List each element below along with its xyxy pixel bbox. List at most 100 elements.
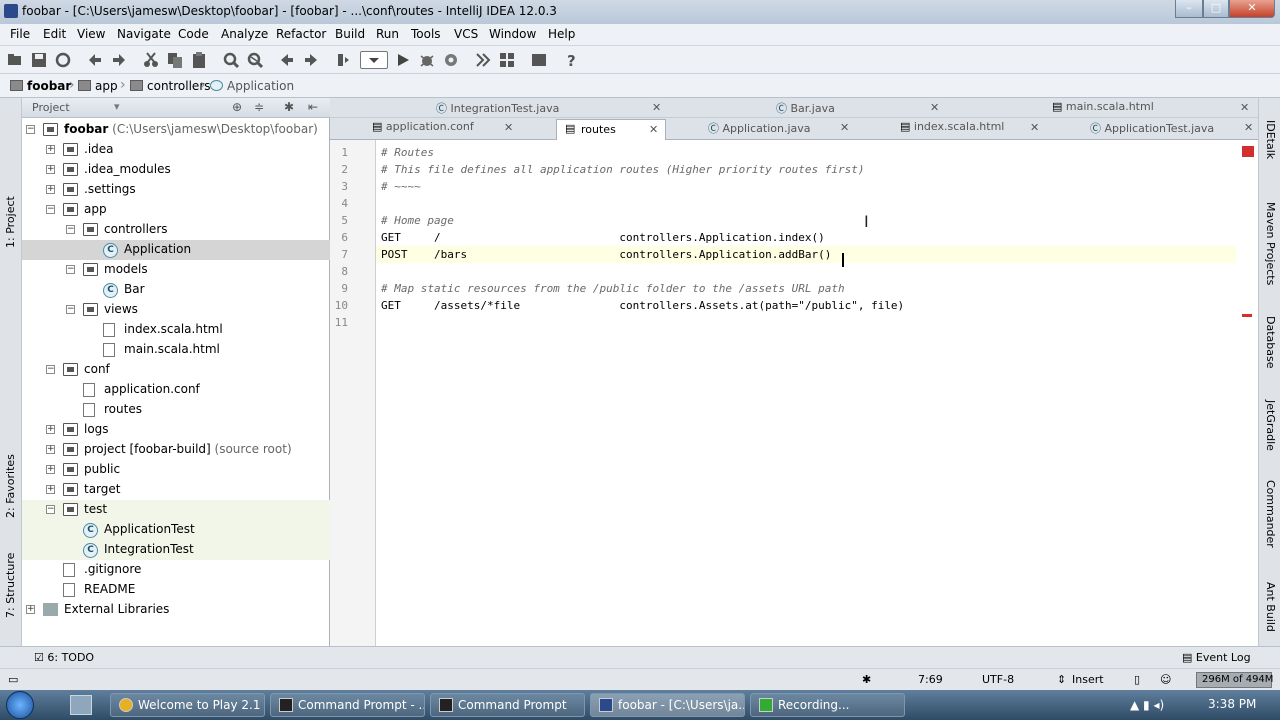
todo-tool-button[interactable]: ☑ 6: TODO xyxy=(34,651,94,664)
minimize-button[interactable]: – xyxy=(1175,0,1203,18)
tree-node[interactable]: + project [foobar-build] (source root) xyxy=(22,440,330,460)
menu-navigate[interactable]: Navigate xyxy=(117,27,171,41)
file-encoding[interactable]: UTF-8 xyxy=(982,673,1014,686)
tree-node[interactable]: − controllers xyxy=(22,220,330,240)
run-config-dropdown[interactable] xyxy=(360,51,388,69)
tree-node[interactable]: + External Libraries xyxy=(22,600,330,620)
menu-tools[interactable]: Tools xyxy=(411,27,441,41)
dropdown-arrow-icon[interactable]: ▾ xyxy=(114,100,120,113)
maven-projects-tool-button[interactable]: Maven Projects xyxy=(1264,202,1277,285)
code-line[interactable]: # Routes xyxy=(381,146,434,159)
find-icon[interactable] xyxy=(222,51,240,69)
code-line[interactable]: # ~~~~ xyxy=(381,180,421,193)
menu-file[interactable]: File xyxy=(10,27,30,41)
code-line[interactable]: # This file defines all application rout… xyxy=(381,163,864,176)
tree-node[interactable]: .gitignore xyxy=(22,560,330,580)
expand-icon[interactable]: + xyxy=(46,185,55,194)
menu-run[interactable]: Run xyxy=(376,27,399,41)
cut-icon[interactable] xyxy=(142,51,160,69)
tree-node[interactable]: − models xyxy=(22,260,330,280)
memory-indicator[interactable]: 296M of 494M xyxy=(1196,672,1273,688)
caret-position[interactable]: 7:69 xyxy=(918,673,943,686)
database-tool-button[interactable]: Database xyxy=(1264,316,1277,369)
insert-mode[interactable]: Insert xyxy=(1072,673,1104,686)
menu-code[interactable]: Code xyxy=(178,27,209,41)
tab-bar-java[interactable]: Ⓒ Bar.java ✕ xyxy=(776,100,946,118)
menu-build[interactable]: Build xyxy=(335,27,365,41)
back-icon[interactable] xyxy=(278,51,296,69)
expand-icon[interactable]: + xyxy=(46,425,55,434)
menu-refactor[interactable]: Refactor xyxy=(276,27,326,41)
copy-icon[interactable] xyxy=(166,51,184,69)
error-stripe-marker[interactable] xyxy=(1242,314,1252,317)
project-view-selector[interactable]: Project xyxy=(32,101,70,114)
close-button[interactable]: ✕ xyxy=(1229,0,1275,18)
code-line[interactable]: GET / controllers.Application.index() xyxy=(381,231,825,244)
close-tab-icon[interactable]: ✕ xyxy=(1244,121,1253,134)
tree-node[interactable]: C ApplicationTest xyxy=(22,520,330,540)
breadcrumb-application[interactable]: Application xyxy=(210,79,294,93)
favorites-tool-button[interactable]: 2: Favorites xyxy=(4,454,17,518)
close-tab-icon[interactable]: ✕ xyxy=(930,101,939,114)
tree-node[interactable]: C Bar xyxy=(22,280,330,300)
menu-window[interactable]: Window xyxy=(489,27,536,41)
paste-icon[interactable] xyxy=(190,51,208,69)
collapse-icon[interactable]: − xyxy=(66,225,75,234)
collapse-icon[interactable]: − xyxy=(26,125,35,134)
open-icon[interactable] xyxy=(6,51,24,69)
system-clock[interactable]: 3:38 PM xyxy=(1208,697,1256,711)
taskbar-recording[interactable]: Recording... xyxy=(750,693,905,717)
tree-node[interactable]: README xyxy=(22,580,330,600)
expand-icon[interactable]: + xyxy=(46,145,55,154)
tray-icons[interactable]: ▲ ▮ ◂) xyxy=(1130,698,1164,712)
tree-node[interactable]: routes xyxy=(22,400,330,420)
tab-main-scala-html[interactable]: ▤ main.scala.html ✕ xyxy=(1052,100,1252,118)
lock-icon[interactable]: ▯ xyxy=(1134,673,1140,686)
taskbar-command-prompt-1[interactable]: Command Prompt - ... xyxy=(270,693,425,717)
taskbar-browser[interactable]: Welcome to Play 2.1 ... xyxy=(110,693,265,717)
replace-icon[interactable] xyxy=(246,51,264,69)
vcs-update-icon[interactable] xyxy=(474,51,492,69)
scroll-from-source-icon[interactable]: ⊕ xyxy=(232,100,242,114)
help-icon[interactable]: ? xyxy=(562,51,580,70)
event-log-button[interactable]: ▤ Event Log xyxy=(1182,651,1251,664)
start-button[interactable] xyxy=(6,691,34,719)
collapse-icon[interactable]: − xyxy=(46,365,55,374)
close-tab-icon[interactable]: ✕ xyxy=(652,101,661,114)
make-project-icon[interactable] xyxy=(334,51,352,69)
code-line[interactable]: # Home page xyxy=(381,214,454,227)
collapse-all-icon[interactable]: ≑ xyxy=(254,100,264,114)
save-icon[interactable] xyxy=(30,51,48,69)
maximize-button[interactable]: □ xyxy=(1203,0,1229,18)
hide-panel-icon[interactable]: ⇤ xyxy=(308,100,318,114)
inspection-icon[interactable]: ☺ xyxy=(1160,673,1171,686)
tab-integrationtest-java[interactable]: Ⓒ IntegrationTest.java ✕ xyxy=(436,100,666,118)
taskbar-intellij[interactable]: foobar - [C:\Users\ja... xyxy=(590,693,745,717)
debug-icon[interactable] xyxy=(418,51,436,69)
tab-applicationtest-java[interactable]: Ⓒ ApplicationTest.java ✕ xyxy=(1090,120,1256,138)
error-stripe-icon[interactable] xyxy=(1242,146,1254,157)
code-line[interactable]: # Map static resources from the /public … xyxy=(381,282,845,295)
close-tab-icon[interactable]: ✕ xyxy=(840,121,849,134)
tree-node[interactable]: + logs xyxy=(22,420,330,440)
tree-node[interactable]: − conf xyxy=(22,360,330,380)
tree-node[interactable]: + public xyxy=(22,460,330,480)
gear-icon[interactable]: ✱ xyxy=(284,100,294,114)
explorer-icon[interactable] xyxy=(70,695,92,715)
tab-index-scala-html[interactable]: ▤ index.scala.html ✕ xyxy=(900,120,1044,138)
tree-node[interactable]: C IntegrationTest xyxy=(22,540,330,560)
editor-gutter[interactable]: 1 2 3 4 5 6 7 8 9 10 11 xyxy=(330,140,376,646)
sync-icon[interactable] xyxy=(54,51,72,69)
menu-edit[interactable]: Edit xyxy=(43,27,66,41)
menu-analyze[interactable]: Analyze xyxy=(221,27,268,41)
tree-node[interactable]: + .idea_modules xyxy=(22,160,330,180)
tree-node[interactable]: index.scala.html xyxy=(22,320,330,340)
code-line[interactable]: POST /bars controllers.Application.addBa… xyxy=(381,248,831,261)
commander-tool-button[interactable]: Commander xyxy=(1264,480,1277,548)
tree-node[interactable]: − test xyxy=(22,500,330,520)
forward-icon[interactable] xyxy=(302,51,320,69)
background-tasks-icon[interactable]: ✱ xyxy=(862,673,871,686)
menu-help[interactable]: Help xyxy=(548,27,575,41)
coverage-icon[interactable] xyxy=(442,51,460,69)
structure-tool-button[interactable]: 7: Structure xyxy=(4,553,17,618)
